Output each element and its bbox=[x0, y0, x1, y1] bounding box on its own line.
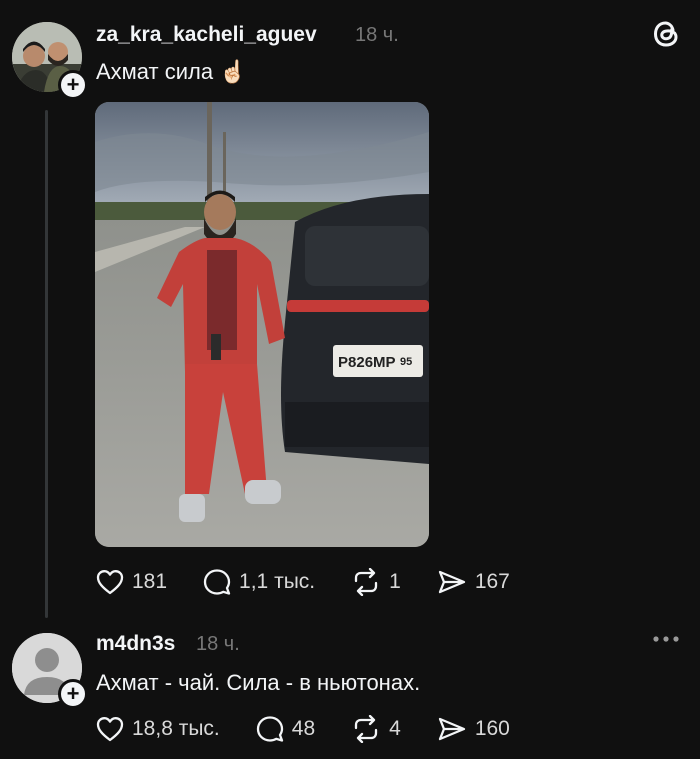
repost-count: 4 bbox=[389, 717, 401, 740]
like-button[interactable]: 181 bbox=[96, 569, 167, 595]
like-count: 18,8 тыс. bbox=[132, 717, 220, 740]
share-count: 160 bbox=[474, 717, 510, 740]
post-username[interactable]: za_kra_kacheli_aguev bbox=[96, 23, 317, 47]
like-count: 181 bbox=[132, 570, 168, 593]
comment-count: 1,1 тыс. bbox=[239, 570, 316, 593]
share-button[interactable]: 160 bbox=[437, 716, 510, 742]
reply-text: Ахмат - чай. Сила - в ньютонах. bbox=[96, 670, 421, 695]
license-plate-region: 95 bbox=[400, 356, 412, 368]
repost-icon bbox=[354, 715, 378, 743]
heart-icon bbox=[96, 570, 124, 595]
threads-feed: + za_kra_kacheli_aguev 18 ч. Ахмат сила … bbox=[0, 0, 700, 759]
more-horizontal-icon[interactable] bbox=[652, 630, 680, 648]
threads-icon[interactable] bbox=[651, 18, 681, 55]
post-text: Ахмат сила ☝🏻 bbox=[96, 59, 247, 84]
post-actions: 181 1,1 тыс. 1 167 bbox=[96, 568, 546, 596]
repost-button[interactable]: 1 bbox=[351, 568, 401, 596]
comment-bubble-icon bbox=[256, 716, 283, 742]
repost-icon bbox=[354, 568, 378, 596]
send-icon bbox=[438, 717, 465, 741]
thread-connector-line bbox=[45, 110, 48, 618]
comment-count: 48 bbox=[291, 717, 316, 740]
repost-button[interactable]: 4 bbox=[351, 715, 401, 743]
license-plate-number: P826MP bbox=[338, 354, 396, 371]
post-photo[interactable]: P826MP 95 bbox=[95, 102, 429, 547]
comment-button[interactable]: 1,1 тыс. bbox=[203, 568, 315, 596]
send-icon bbox=[438, 570, 465, 594]
post-timestamp: 18 ч. bbox=[355, 24, 399, 46]
reply-username[interactable]: m4dn3s bbox=[96, 632, 175, 656]
reply-actions: 18,8 тыс. 48 4 160 bbox=[96, 715, 546, 743]
reply-timestamp: 18 ч. bbox=[196, 633, 240, 655]
like-button[interactable]: 18,8 тыс. bbox=[96, 716, 220, 742]
comment-button[interactable]: 48 bbox=[256, 715, 315, 743]
share-count: 167 bbox=[474, 570, 510, 593]
follow-plus-icon[interactable]: + bbox=[58, 679, 88, 709]
comment-bubble-icon bbox=[203, 569, 231, 595]
follow-plus-icon[interactable]: + bbox=[58, 70, 88, 100]
heart-icon bbox=[96, 717, 124, 742]
share-button[interactable]: 167 bbox=[437, 569, 510, 595]
repost-count: 1 bbox=[389, 570, 401, 593]
